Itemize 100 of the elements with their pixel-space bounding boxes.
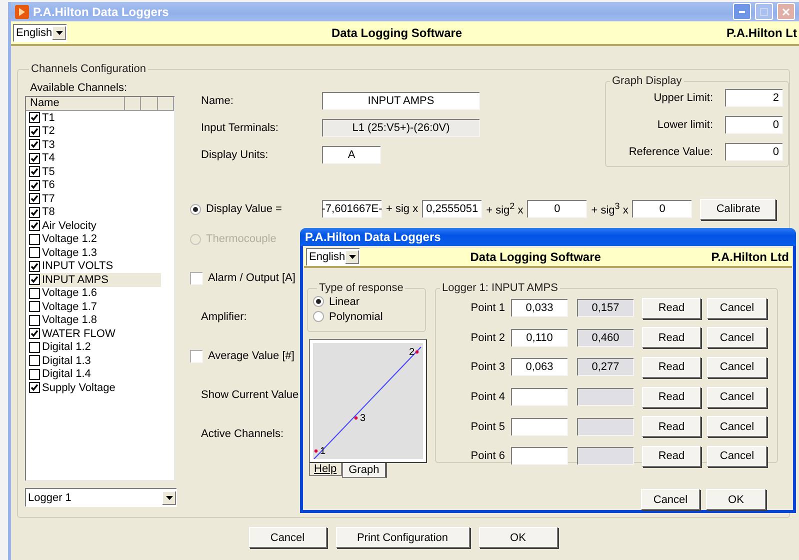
input-field[interactable]	[511, 418, 568, 436]
read-button[interactable]: Read	[642, 298, 701, 318]
window-title: P.A.Hilton Data Loggers	[305, 230, 441, 244]
field-label: Reference Value:	[628, 146, 713, 158]
channel-item[interactable]: T4	[29, 152, 161, 165]
checkbox[interactable]	[29, 152, 40, 164]
channel-item[interactable]: Voltage 1.2	[29, 232, 161, 246]
channel-item[interactable]: Voltage 1.6	[29, 286, 161, 300]
field-label: Active Channels:	[201, 428, 284, 440]
radio-button[interactable]	[313, 311, 324, 322]
checkbox[interactable]	[190, 272, 203, 284]
channel-item[interactable]: T7	[29, 192, 161, 206]
channel-item[interactable]: T2	[29, 124, 161, 138]
input-field[interactable]: 0	[725, 116, 783, 134]
dialog-button[interactable]: Cancel	[641, 489, 700, 510]
input-field[interactable]: -7,601667E-	[322, 200, 382, 218]
checkbox[interactable]	[29, 193, 40, 204]
group-title: Graph Display	[611, 75, 683, 87]
checkbox[interactable]	[29, 247, 40, 258]
checkbox[interactable]	[29, 206, 40, 218]
checkbox[interactable]	[29, 220, 40, 232]
channel-item[interactable]: Voltage 1.7	[29, 300, 161, 314]
point-label: Point 1	[470, 302, 505, 314]
channel-item[interactable]: Air Velocity	[29, 219, 161, 232]
channel-item[interactable]: Digital 1.4	[29, 368, 161, 381]
checkbox[interactable]	[29, 382, 40, 394]
cancel-button[interactable]: Cancel	[707, 298, 767, 318]
checkbox-label: Alarm / Output [A]	[208, 272, 296, 284]
group-title: Logger 1: INPUT AMPS	[441, 282, 559, 294]
field-label: Amplifier:	[201, 311, 247, 323]
channel-item[interactable]: T8	[29, 206, 161, 219]
radio-button[interactable]	[190, 204, 201, 214]
input-field[interactable]: 0,2555051	[422, 200, 482, 218]
input-field[interactable]: 0,033	[511, 299, 568, 317]
input-field[interactable]: 0	[632, 200, 692, 218]
input-field[interactable]: 0,110	[511, 328, 568, 347]
checkbox[interactable]	[29, 314, 40, 326]
minimize-button[interactable]	[733, 3, 751, 20]
input-field[interactable]: 0,063	[511, 358, 568, 376]
checkbox[interactable]	[29, 342, 40, 353]
input-field[interactable]: A	[322, 146, 381, 164]
input-field[interactable]	[511, 447, 568, 466]
channel-item[interactable]: WATER FLOW	[29, 327, 161, 340]
read-button[interactable]: Read	[642, 446, 701, 467]
language-dropdown[interactable]: English	[306, 248, 360, 266]
input-field[interactable]: 0	[725, 143, 783, 161]
checkbox[interactable]	[29, 288, 40, 299]
cancel-button[interactable]: Cancel	[707, 327, 767, 348]
column-header[interactable]: Name	[26, 97, 125, 111]
channel-item[interactable]: T3	[29, 138, 161, 152]
minimize-icon	[739, 10, 745, 12]
checkbox[interactable]	[29, 126, 40, 137]
read-button[interactable]: Read	[642, 327, 701, 348]
channel-item[interactable]: Supply Voltage	[29, 381, 161, 394]
channel-item[interactable]: Voltage 1.3	[29, 246, 161, 260]
checkbox[interactable]	[29, 139, 40, 150]
cancel-button[interactable]: Cancel	[707, 386, 767, 408]
reading-field: 0,460	[577, 328, 634, 347]
dialog-button[interactable]: Print Configuration	[336, 527, 470, 548]
checkbox[interactable]	[29, 328, 40, 340]
channel-item[interactable]: Digital 1.3	[29, 354, 161, 368]
channel-item[interactable]: T1	[29, 111, 161, 124]
checkbox[interactable]	[29, 180, 40, 191]
language-dropdown[interactable]: English	[13, 24, 67, 42]
checkbox[interactable]	[29, 301, 40, 312]
channel-item[interactable]: Digital 1.2	[29, 340, 161, 354]
checkbox[interactable]	[29, 274, 40, 286]
input-field[interactable]	[511, 388, 568, 406]
read-button[interactable]: Read	[642, 356, 701, 378]
cancel-button[interactable]: Cancel	[707, 446, 767, 467]
dialog-button[interactable]: OK	[478, 527, 558, 548]
checkbox[interactable]	[29, 234, 40, 245]
dialog-button[interactable]: OK	[706, 489, 766, 510]
input-field[interactable]: INPUT AMPS	[322, 92, 480, 110]
checkbox[interactable]	[29, 166, 40, 178]
read-button[interactable]: Read	[642, 386, 701, 408]
channel-item[interactable]: T5	[29, 165, 161, 178]
checkbox[interactable]	[190, 350, 203, 362]
tab[interactable]: Help	[309, 463, 342, 476]
checkbox[interactable]	[29, 355, 40, 366]
cancel-button[interactable]: Cancel	[707, 356, 767, 378]
radio-label: Polynomial	[329, 310, 383, 322]
channel-item[interactable]: T6	[29, 178, 161, 192]
data-point	[415, 350, 419, 354]
cancel-button[interactable]: Cancel	[707, 416, 767, 438]
dialog-button[interactable]: Cancel	[248, 527, 326, 548]
input-field[interactable]: 0	[527, 200, 588, 218]
calibrate-button[interactable]: Calibrate	[700, 198, 776, 220]
input-field[interactable]: 2	[725, 89, 783, 107]
checkbox[interactable]	[29, 260, 40, 272]
checkbox[interactable]	[29, 112, 40, 124]
radio-button[interactable]	[313, 296, 324, 307]
tab[interactable]: Graph	[342, 463, 388, 478]
checkbox[interactable]	[29, 368, 40, 380]
channel-item[interactable]: Voltage 1.8	[29, 314, 161, 327]
logger-dropdown[interactable]: Logger 1	[25, 488, 177, 507]
channel-item[interactable]: INPUT VOLTS	[29, 260, 161, 273]
radio-label: Linear	[329, 296, 360, 308]
read-button[interactable]: Read	[642, 416, 701, 438]
channel-item[interactable]: INPUT AMPS	[29, 273, 161, 286]
